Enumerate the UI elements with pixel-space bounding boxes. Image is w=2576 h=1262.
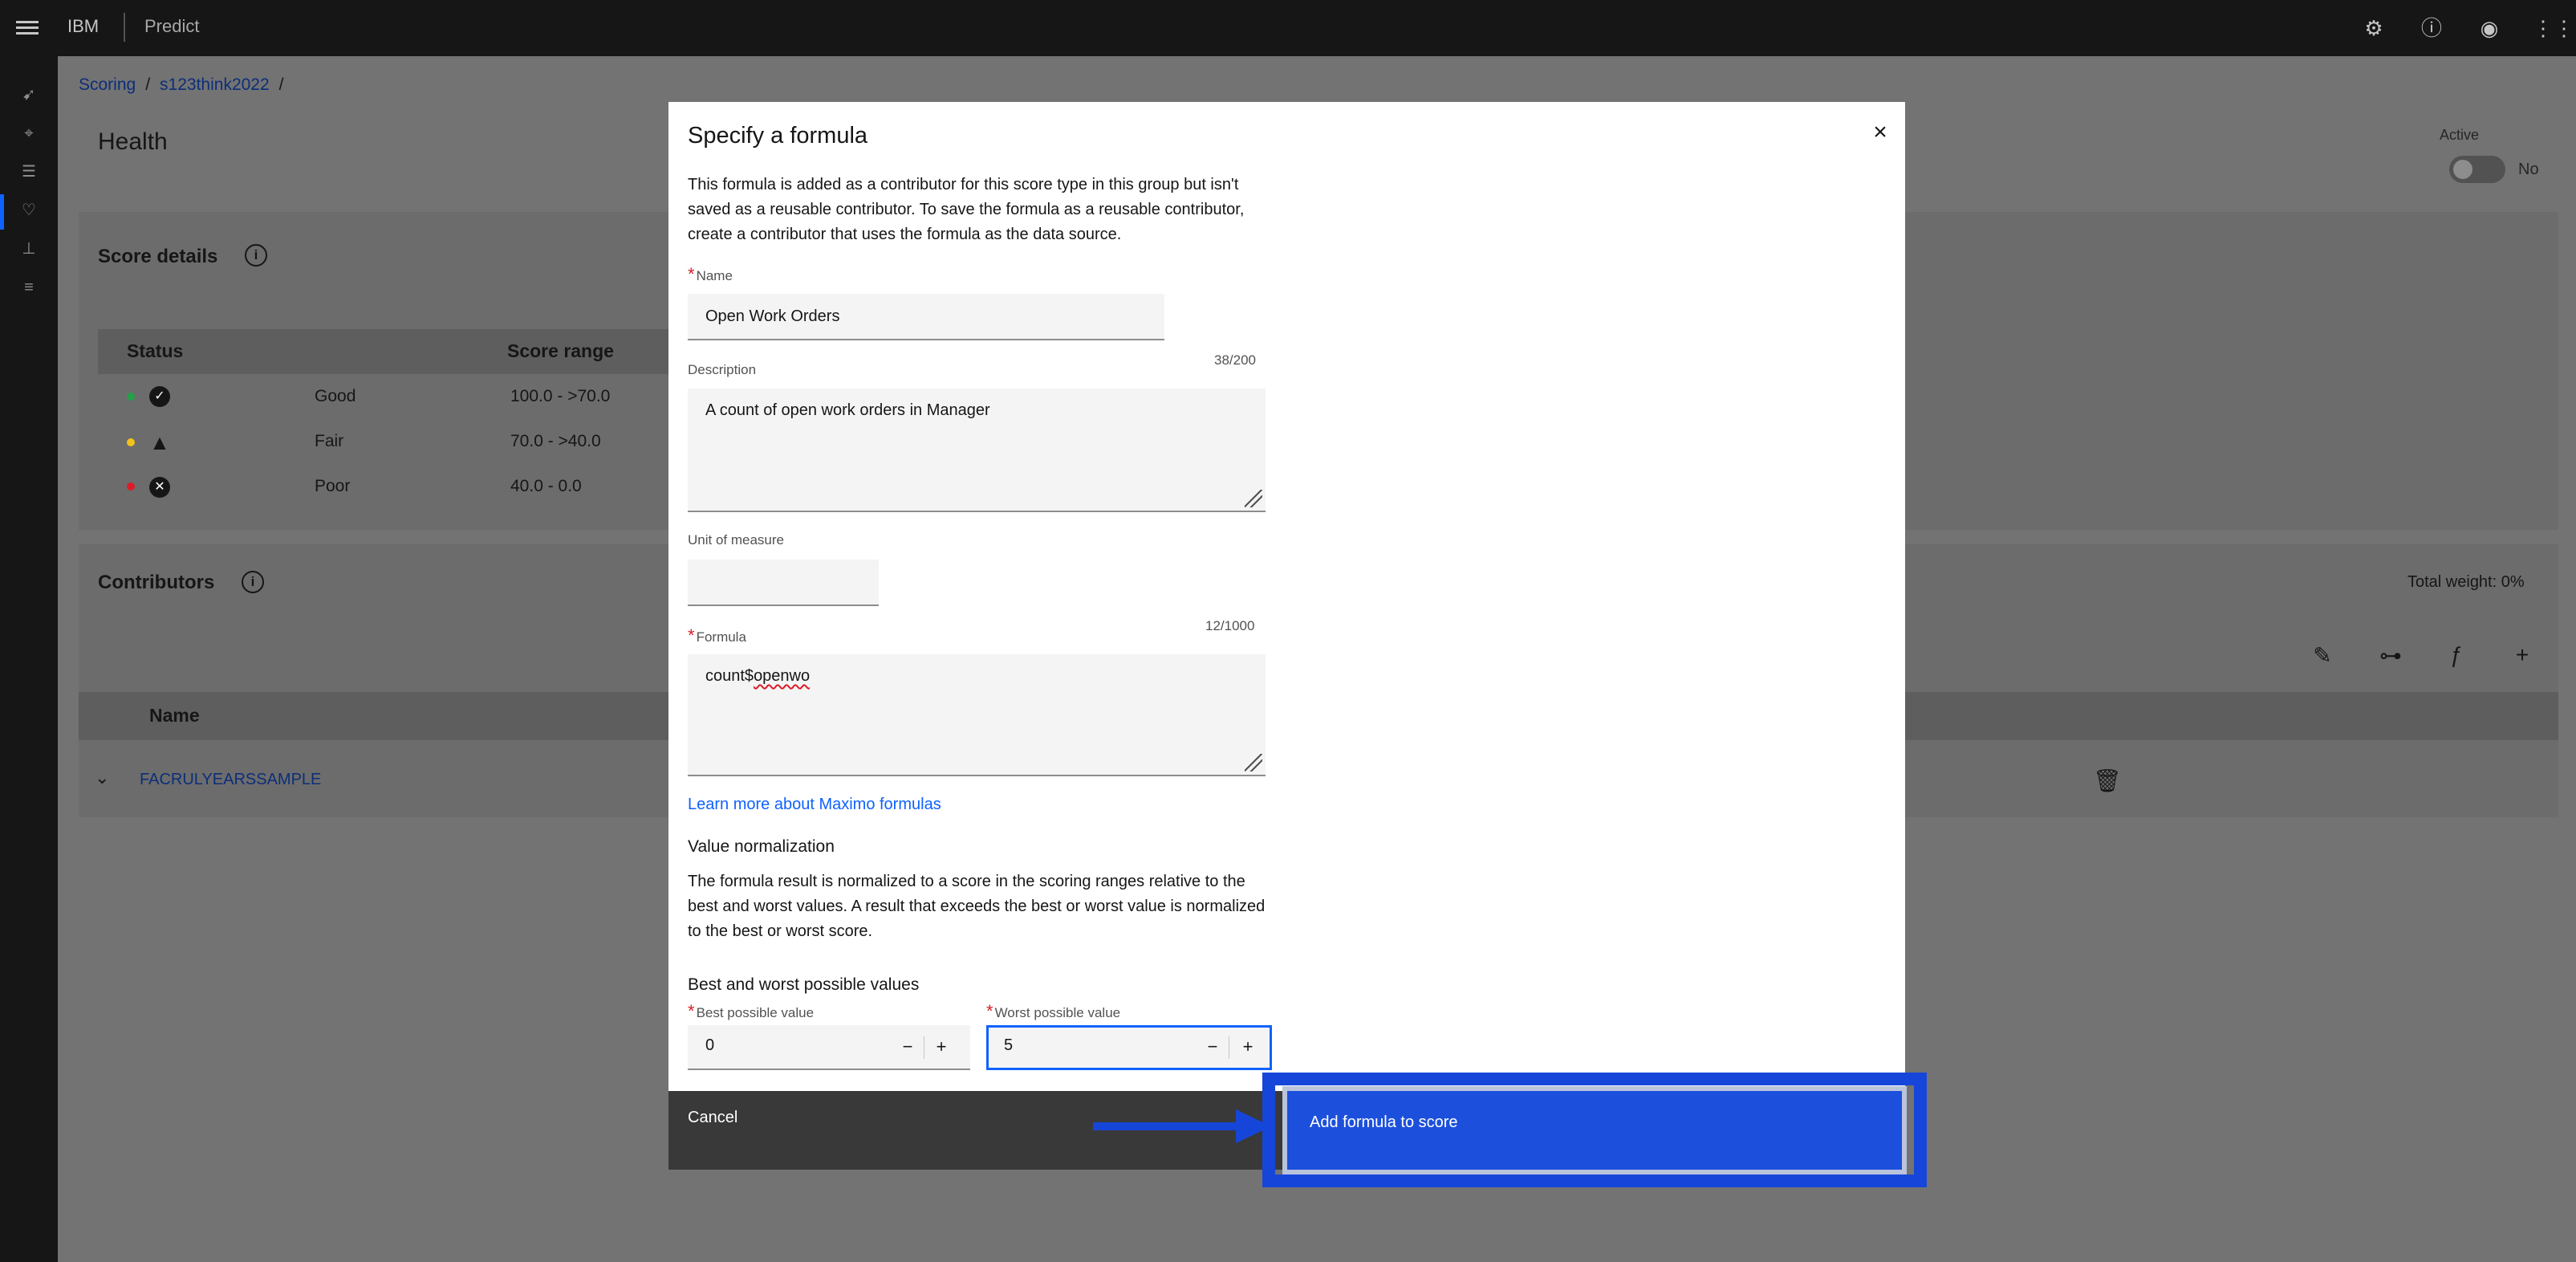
modal-title: Specify a formula bbox=[688, 123, 868, 149]
score-range-value: 100.0 - >70.0 bbox=[510, 387, 611, 405]
info-icon[interactable]: i bbox=[242, 571, 264, 593]
increment-icon[interactable]: + bbox=[925, 1032, 957, 1062]
contributor-link[interactable]: FACRULYEARSSAMPLE bbox=[140, 771, 321, 789]
total-weight: Total weight: 0% bbox=[2407, 573, 2525, 591]
learn-more-link[interactable]: Learn more about Maximo formulas bbox=[688, 796, 941, 814]
active-label: Active bbox=[2440, 127, 2480, 143]
contributors-title: Contributors bbox=[98, 572, 215, 593]
cancel-button[interactable]: Cancel bbox=[668, 1091, 1286, 1170]
side-nav-rail: ➹ ⌖ ☰ ♡ ⊥ ≡ bbox=[0, 56, 58, 1262]
formula-label: * Formula bbox=[688, 625, 746, 645]
resize-handle[interactable] bbox=[1245, 754, 1262, 771]
app-switcher-icon[interactable]: ⋮⋮ bbox=[2533, 14, 2574, 42]
annotation-arrow-shaft bbox=[1093, 1122, 1237, 1130]
menu-icon[interactable] bbox=[16, 18, 39, 39]
rocket-icon[interactable]: ➹ bbox=[18, 83, 40, 106]
settings-icon[interactable]: ⚙ bbox=[2360, 14, 2387, 42]
description-text: A count of open work orders in Manager bbox=[705, 401, 990, 419]
sliders-icon[interactable]: ≡ bbox=[18, 276, 40, 299]
normalization-text: The formula result is normalized to a sc… bbox=[688, 873, 1266, 940]
worst-value-label: * Worst possible value bbox=[986, 1001, 1121, 1021]
best-value-label: * Best possible value bbox=[688, 1001, 815, 1021]
status-dot-good bbox=[127, 393, 135, 401]
col-name: Name bbox=[149, 705, 200, 726]
breadcrumb: Scoring / s123think2022/ bbox=[79, 75, 284, 94]
product-name: Predict bbox=[144, 16, 200, 36]
function-icon[interactable]: ƒ bbox=[2443, 642, 2470, 668]
status-label: Fair bbox=[315, 432, 344, 450]
rail-active-indicator bbox=[0, 194, 4, 230]
trash-icon[interactable]: 🗑 bbox=[2093, 767, 2122, 794]
hierarchy-icon[interactable]: ⊶ bbox=[2377, 642, 2404, 669]
modal-description: This formula is added as a contributor f… bbox=[688, 176, 1245, 243]
formula-textarea[interactable]: count$openwo bbox=[688, 654, 1266, 776]
best-value-stepper[interactable]: 0 − + bbox=[688, 1025, 970, 1070]
decrement-icon[interactable]: − bbox=[1197, 1032, 1229, 1062]
best-value: 0 bbox=[705, 1036, 715, 1054]
unit-label: Unit of measure bbox=[688, 532, 784, 548]
toggle-state-text: No bbox=[2518, 161, 2539, 178]
add-icon[interactable]: + bbox=[2509, 642, 2536, 668]
unit-input[interactable] bbox=[688, 560, 879, 606]
breadcrumb-scoring[interactable]: Scoring bbox=[79, 75, 136, 94]
checkmark-icon: ✓ bbox=[149, 386, 170, 407]
worst-value: 5 bbox=[1004, 1036, 1014, 1054]
add-formula-button[interactable]: Add formula to score bbox=[1282, 1086, 1907, 1174]
description-counter: 38/200 bbox=[1214, 352, 1256, 368]
edit-icon[interactable]: ✎ bbox=[2309, 642, 2336, 669]
col-status: Status bbox=[127, 340, 184, 361]
score-range-value: 40.0 - 0.0 bbox=[510, 477, 582, 495]
status-dot-fair bbox=[127, 438, 135, 446]
status-label: Poor bbox=[315, 477, 351, 495]
expand-chevron-icon[interactable]: ⌄ bbox=[95, 767, 109, 788]
col-score-range: Score range bbox=[507, 340, 614, 361]
description-textarea[interactable]: A count of open work orders in Manager bbox=[688, 389, 1266, 512]
location-icon[interactable]: ⌖ bbox=[18, 122, 40, 145]
breadcrumb-group[interactable]: s123think2022 bbox=[160, 75, 270, 94]
checklist-icon[interactable]: ☰ bbox=[18, 161, 40, 183]
name-input[interactable] bbox=[688, 294, 1164, 340]
toggle-knob bbox=[2453, 160, 2472, 179]
description-label: Description bbox=[688, 362, 757, 377]
normalization-heading: Value normalization bbox=[688, 837, 835, 856]
worst-value-stepper[interactable]: 5 − + bbox=[986, 1025, 1272, 1070]
formula-counter: 12/1000 bbox=[1205, 618, 1255, 633]
info-icon[interactable]: i bbox=[245, 244, 267, 267]
user-icon[interactable]: ◉ bbox=[2476, 14, 2503, 42]
decrement-icon[interactable]: − bbox=[892, 1032, 924, 1062]
status-dot-poor bbox=[127, 482, 135, 491]
increment-icon[interactable]: + bbox=[1232, 1032, 1264, 1062]
close-icon[interactable]: × bbox=[1864, 116, 1896, 149]
page-title: Health bbox=[98, 128, 168, 155]
formula-prefix: count$ bbox=[705, 667, 754, 685]
status-label: Good bbox=[315, 387, 356, 405]
active-toggle[interactable] bbox=[2449, 156, 2505, 183]
score-details-title: Score details bbox=[98, 246, 218, 267]
health-icon[interactable]: ♡ bbox=[18, 199, 40, 222]
top-header: IBM Predict ⚙ ⓘ ◉ ⋮⋮ bbox=[0, 0, 2576, 56]
brand-name[interactable]: IBM bbox=[67, 16, 99, 37]
specify-formula-modal: Specify a formula × This formula is adde… bbox=[668, 102, 1905, 1170]
warning-icon: ▲ bbox=[149, 430, 170, 454]
formula-misspelled-word: openwo bbox=[754, 667, 811, 685]
best-worst-heading: Best and worst possible values bbox=[688, 975, 920, 994]
error-icon: ✕ bbox=[149, 477, 170, 498]
score-range-value: 70.0 - >40.0 bbox=[510, 432, 601, 450]
header-divider bbox=[124, 13, 125, 42]
hierarchy-icon[interactable]: ⊥ bbox=[18, 238, 40, 260]
name-label: * Name bbox=[688, 264, 733, 284]
resize-handle[interactable] bbox=[1245, 490, 1262, 507]
add-formula-label: Add formula to score bbox=[1310, 1113, 1458, 1131]
help-icon[interactable]: ⓘ bbox=[2418, 14, 2445, 42]
